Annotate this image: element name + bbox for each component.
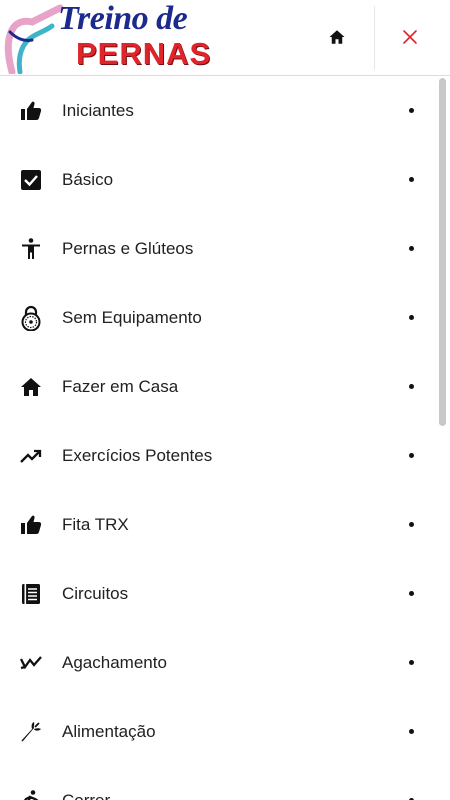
menu-item-dot [409, 453, 414, 458]
menu-item-label: Sem Equipamento [62, 307, 202, 327]
menu-item-dot [409, 729, 414, 734]
thumb-up-icon [18, 98, 44, 124]
checkbox-icon [18, 167, 44, 193]
carrot-icon [18, 719, 44, 745]
trending-up-icon [18, 443, 44, 469]
padlock-icon [18, 305, 44, 331]
header-divider [374, 6, 375, 70]
menu-item-label: Circuitos [62, 583, 129, 603]
menu-item-label: Fita TRX [62, 514, 129, 534]
menu-item-label: Básico [62, 169, 114, 189]
menu-item-dot [409, 591, 414, 596]
menu-item-alimentacao[interactable]: Alimentação [0, 697, 438, 766]
menu-item-basico[interactable]: Básico [0, 145, 438, 214]
menu-item-pernas-gluteos[interactable]: Pernas e Glúteos [0, 214, 438, 283]
logo-subtitle: PERNAS [76, 36, 212, 71]
list-book-icon [18, 581, 44, 607]
menu-item-dot [409, 660, 414, 665]
menu-item-dot [409, 522, 414, 527]
logo-title: Treino de [58, 0, 188, 37]
menu-item-dot [409, 384, 414, 389]
menu-item-correr[interactable]: Correr [0, 766, 438, 800]
menu-item-label: Pernas e Glúteos [62, 238, 194, 258]
menu-item-dot [409, 177, 414, 182]
menu-item-dot [409, 315, 414, 320]
menu-item-label: Iniciantes [62, 100, 134, 120]
home-icon [329, 30, 345, 44]
menu-item-agachamento[interactable]: Agachamento [0, 628, 438, 697]
thumb-up-icon [18, 512, 44, 538]
menu-item-dot [409, 108, 414, 113]
home-button[interactable] [315, 15, 359, 59]
menu-item-label: Agachamento [62, 652, 167, 672]
trending-down-icon [18, 650, 44, 676]
menu-item-label: Fazer em Casa [62, 376, 179, 396]
menu-item-iniciantes[interactable]: Iniciantes [0, 76, 438, 145]
running-icon [18, 788, 44, 800]
person-icon [18, 236, 44, 262]
app-header: Treino de PERNAS [0, 0, 450, 76]
menu-item-label: Exercícios Potentes [62, 445, 213, 465]
app-logo: Treino de PERNAS [0, 0, 245, 75]
menu-item-label: Alimentação [62, 721, 156, 741]
close-button[interactable] [388, 15, 432, 59]
menu-list: Iniciantes Básico Pernas e Glúteos Sem E… [0, 76, 438, 800]
menu-item-dot [409, 246, 414, 251]
menu-item-exercicios-potentes[interactable]: Exercícios Potentes [0, 421, 438, 490]
close-icon [403, 30, 417, 44]
menu-item-label: Correr [62, 790, 111, 800]
menu-item-fita-trx[interactable]: Fita TRX [0, 490, 438, 559]
menu-item-circuitos[interactable]: Circuitos [0, 559, 438, 628]
menu-scrollbar[interactable] [439, 78, 446, 426]
menu-item-fazer-em-casa[interactable]: Fazer em Casa [0, 352, 438, 421]
home-icon [18, 374, 44, 400]
menu-item-sem-equipamento[interactable]: Sem Equipamento [0, 283, 438, 352]
